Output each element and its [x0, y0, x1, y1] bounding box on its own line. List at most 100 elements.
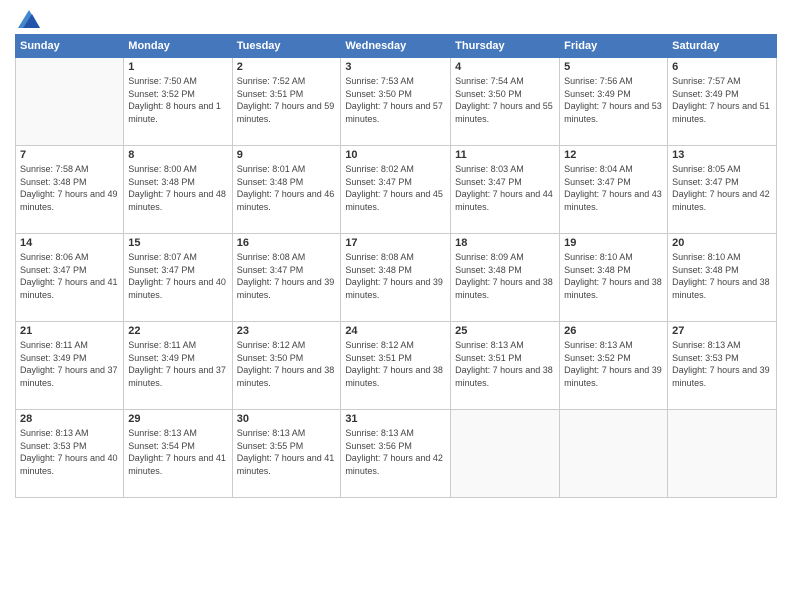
calendar-cell: 26 Sunrise: 8:13 AMSunset: 3:52 PMDayligh…: [560, 322, 668, 410]
calendar-cell: 16 Sunrise: 8:08 AMSunset: 3:47 PMDayligh…: [232, 234, 341, 322]
day-info: Sunrise: 8:09 AMSunset: 3:48 PMDaylight:…: [455, 251, 555, 301]
day-info: Sunrise: 8:04 AMSunset: 3:47 PMDaylight:…: [564, 163, 663, 213]
weekday-header-friday: Friday: [560, 35, 668, 58]
calendar-cell: 12 Sunrise: 8:04 AMSunset: 3:47 PMDayligh…: [560, 146, 668, 234]
calendar-cell: 6Sunrise: 7:57 AMSunset: 3:49 PMDaylight…: [668, 58, 777, 146]
day-info: Sunrise: 8:11 AMSunset: 3:49 PMDaylight:…: [20, 339, 119, 389]
day-info: Sunrise: 8:13 AMSunset: 3:56 PMDaylight:…: [345, 427, 446, 477]
calendar-cell: 31 Sunrise: 8:13 AMSunset: 3:56 PMDayligh…: [341, 410, 451, 498]
day-number: 8: [128, 149, 227, 161]
day-number: 15: [128, 237, 227, 249]
day-info: Sunrise: 7:56 AMSunset: 3:49 PMDaylight:…: [564, 75, 663, 125]
calendar-week-row: 14 Sunrise: 8:06 AMSunset: 3:47 PMDayligh…: [16, 234, 777, 322]
calendar-cell: [668, 410, 777, 498]
day-info: Sunrise: 8:06 AMSunset: 3:47 PMDaylight:…: [20, 251, 119, 301]
day-number: 13: [672, 149, 772, 161]
day-info: Sunrise: 8:10 AMSunset: 3:48 PMDaylight:…: [564, 251, 663, 301]
day-number: 16: [237, 237, 337, 249]
day-number: 12: [564, 149, 663, 161]
calendar-week-row: 21Sunrise: 8:11 AMSunset: 3:49 PMDayligh…: [16, 322, 777, 410]
day-info: Sunrise: 8:13 AMSunset: 3:53 PMDaylight:…: [20, 427, 119, 477]
day-info: Sunrise: 7:54 AMSunset: 3:50 PMDaylight:…: [455, 75, 555, 125]
calendar-cell: 27 Sunrise: 8:13 AMSunset: 3:53 PMDayligh…: [668, 322, 777, 410]
calendar-cell: [16, 58, 124, 146]
day-number: 7: [20, 149, 119, 161]
day-number: 10: [345, 149, 446, 161]
day-number: 30: [237, 413, 337, 425]
day-info: Sunrise: 8:07 AMSunset: 3:47 PMDaylight:…: [128, 251, 227, 301]
header: [15, 10, 777, 26]
weekday-header-wednesday: Wednesday: [341, 35, 451, 58]
day-number: 29: [128, 413, 227, 425]
weekday-header-saturday: Saturday: [668, 35, 777, 58]
day-number: 22: [128, 325, 227, 337]
logo: [15, 10, 40, 26]
day-info: Sunrise: 7:50 AMSunset: 3:52 PMDaylight:…: [128, 75, 227, 125]
calendar-cell: 5 Sunrise: 7:56 AMSunset: 3:49 PMDaylight…: [560, 58, 668, 146]
weekday-header-sunday: Sunday: [16, 35, 124, 58]
calendar-cell: 15 Sunrise: 8:07 AMSunset: 3:47 PMDayligh…: [124, 234, 232, 322]
calendar-cell: 18 Sunrise: 8:09 AMSunset: 3:48 PMDayligh…: [451, 234, 560, 322]
day-number: 27: [672, 325, 772, 337]
day-number: 6: [672, 61, 772, 73]
calendar-table: SundayMondayTuesdayWednesdayThursdayFrid…: [15, 34, 777, 498]
day-info: Sunrise: 8:05 AMSunset: 3:47 PMDaylight:…: [672, 163, 772, 213]
day-info: Sunrise: 8:13 AMSunset: 3:52 PMDaylight:…: [564, 339, 663, 389]
weekday-header-tuesday: Tuesday: [232, 35, 341, 58]
calendar-cell: 19Sunrise: 8:10 AMSunset: 3:48 PMDayligh…: [560, 234, 668, 322]
calendar-cell: 28 Sunrise: 8:13 AMSunset: 3:53 PMDayligh…: [16, 410, 124, 498]
day-info: Sunrise: 8:12 AMSunset: 3:50 PMDaylight:…: [237, 339, 337, 389]
calendar-cell: 14 Sunrise: 8:06 AMSunset: 3:47 PMDayligh…: [16, 234, 124, 322]
calendar-week-row: 28 Sunrise: 8:13 AMSunset: 3:53 PMDayligh…: [16, 410, 777, 498]
day-info: Sunrise: 7:58 AMSunset: 3:48 PMDaylight:…: [20, 163, 119, 213]
day-number: 26: [564, 325, 663, 337]
calendar-cell: 4 Sunrise: 7:54 AMSunset: 3:50 PMDaylight…: [451, 58, 560, 146]
calendar-cell: 29 Sunrise: 8:13 AMSunset: 3:54 PMDayligh…: [124, 410, 232, 498]
day-number: 4: [455, 61, 555, 73]
day-number: 31: [345, 413, 446, 425]
day-number: 17: [345, 237, 446, 249]
day-info: Sunrise: 8:01 AMSunset: 3:48 PMDaylight:…: [237, 163, 337, 213]
day-info: Sunrise: 8:13 AMSunset: 3:51 PMDaylight:…: [455, 339, 555, 389]
day-info: Sunrise: 8:08 AMSunset: 3:47 PMDaylight:…: [237, 251, 337, 301]
day-number: 5: [564, 61, 663, 73]
calendar-cell: 17Sunrise: 8:08 AMSunset: 3:48 PMDayligh…: [341, 234, 451, 322]
weekday-header-thursday: Thursday: [451, 35, 560, 58]
calendar-cell: 8Sunrise: 8:00 AMSunset: 3:48 PMDaylight…: [124, 146, 232, 234]
calendar-cell: [451, 410, 560, 498]
calendar-cell: 2Sunrise: 7:52 AMSunset: 3:51 PMDaylight…: [232, 58, 341, 146]
calendar-cell: 25 Sunrise: 8:13 AMSunset: 3:51 PMDayligh…: [451, 322, 560, 410]
weekday-header-row: SundayMondayTuesdayWednesdayThursdayFrid…: [16, 35, 777, 58]
day-info: Sunrise: 7:53 AMSunset: 3:50 PMDaylight:…: [345, 75, 446, 125]
day-number: 1: [128, 61, 227, 73]
calendar-cell: 9 Sunrise: 8:01 AMSunset: 3:48 PMDaylight…: [232, 146, 341, 234]
calendar-cell: 23Sunrise: 8:12 AMSunset: 3:50 PMDayligh…: [232, 322, 341, 410]
day-number: 11: [455, 149, 555, 161]
day-info: Sunrise: 8:13 AMSunset: 3:53 PMDaylight:…: [672, 339, 772, 389]
day-number: 25: [455, 325, 555, 337]
day-info: Sunrise: 8:03 AMSunset: 3:47 PMDaylight:…: [455, 163, 555, 213]
day-number: 9: [237, 149, 337, 161]
day-info: Sunrise: 8:13 AMSunset: 3:55 PMDaylight:…: [237, 427, 337, 477]
calendar-cell: 1 Sunrise: 7:50 AMSunset: 3:52 PMDaylight…: [124, 58, 232, 146]
day-number: 18: [455, 237, 555, 249]
day-number: 2: [237, 61, 337, 73]
calendar-cell: 22Sunrise: 8:11 AMSunset: 3:49 PMDayligh…: [124, 322, 232, 410]
calendar-cell: 30 Sunrise: 8:13 AMSunset: 3:55 PMDayligh…: [232, 410, 341, 498]
day-info: Sunrise: 8:02 AMSunset: 3:47 PMDaylight:…: [345, 163, 446, 213]
calendar-cell: 11 Sunrise: 8:03 AMSunset: 3:47 PMDayligh…: [451, 146, 560, 234]
day-number: 24: [345, 325, 446, 337]
day-number: 28: [20, 413, 119, 425]
day-info: Sunrise: 8:12 AMSunset: 3:51 PMDaylight:…: [345, 339, 446, 389]
day-info: Sunrise: 8:10 AMSunset: 3:48 PMDaylight:…: [672, 251, 772, 301]
calendar-cell: 21Sunrise: 8:11 AMSunset: 3:49 PMDayligh…: [16, 322, 124, 410]
calendar-cell: 7 Sunrise: 7:58 AMSunset: 3:48 PMDaylight…: [16, 146, 124, 234]
calendar-week-row: 7 Sunrise: 7:58 AMSunset: 3:48 PMDaylight…: [16, 146, 777, 234]
calendar-cell: 3Sunrise: 7:53 AMSunset: 3:50 PMDaylight…: [341, 58, 451, 146]
calendar-cell: 10 Sunrise: 8:02 AMSunset: 3:47 PMDayligh…: [341, 146, 451, 234]
calendar-week-row: 1 Sunrise: 7:50 AMSunset: 3:52 PMDaylight…: [16, 58, 777, 146]
calendar-cell: 13 Sunrise: 8:05 AMSunset: 3:47 PMDayligh…: [668, 146, 777, 234]
day-number: 20: [672, 237, 772, 249]
day-number: 14: [20, 237, 119, 249]
day-info: Sunrise: 8:13 AMSunset: 3:54 PMDaylight:…: [128, 427, 227, 477]
